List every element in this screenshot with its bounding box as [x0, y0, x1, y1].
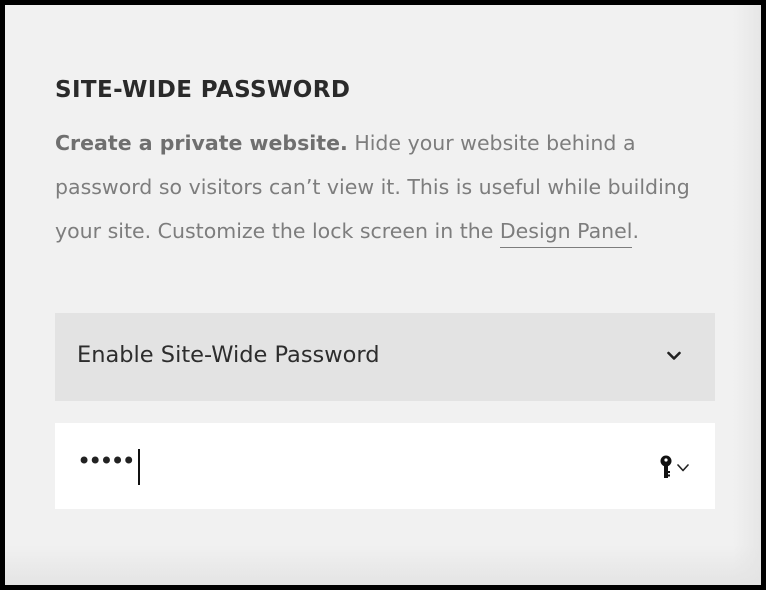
description-strong: Create a private website. — [55, 131, 348, 155]
section-description: Create a private website. Hide your webs… — [55, 121, 695, 253]
panel-bottom-shade — [5, 545, 761, 585]
text-caret — [138, 449, 140, 485]
description-end: . — [632, 219, 640, 243]
panel-edge — [733, 5, 761, 585]
password-masked-value: ••••• — [77, 447, 136, 475]
password-input[interactable]: ••••• — [55, 423, 715, 509]
chevron-down-icon — [667, 351, 681, 360]
settings-panel: SITE-WIDE PASSWORD Create a private webs… — [5, 5, 761, 585]
key-icon — [660, 455, 672, 478]
password-autofill-button[interactable] — [659, 455, 693, 479]
select-value: Enable Site-Wide Password — [77, 342, 380, 368]
site-wide-password-select[interactable]: Enable Site-Wide Password — [55, 313, 715, 401]
section-title: SITE-WIDE PASSWORD — [55, 77, 351, 103]
design-panel-link[interactable]: Design Panel — [499, 219, 633, 248]
chevron-down-icon — [677, 464, 689, 472]
